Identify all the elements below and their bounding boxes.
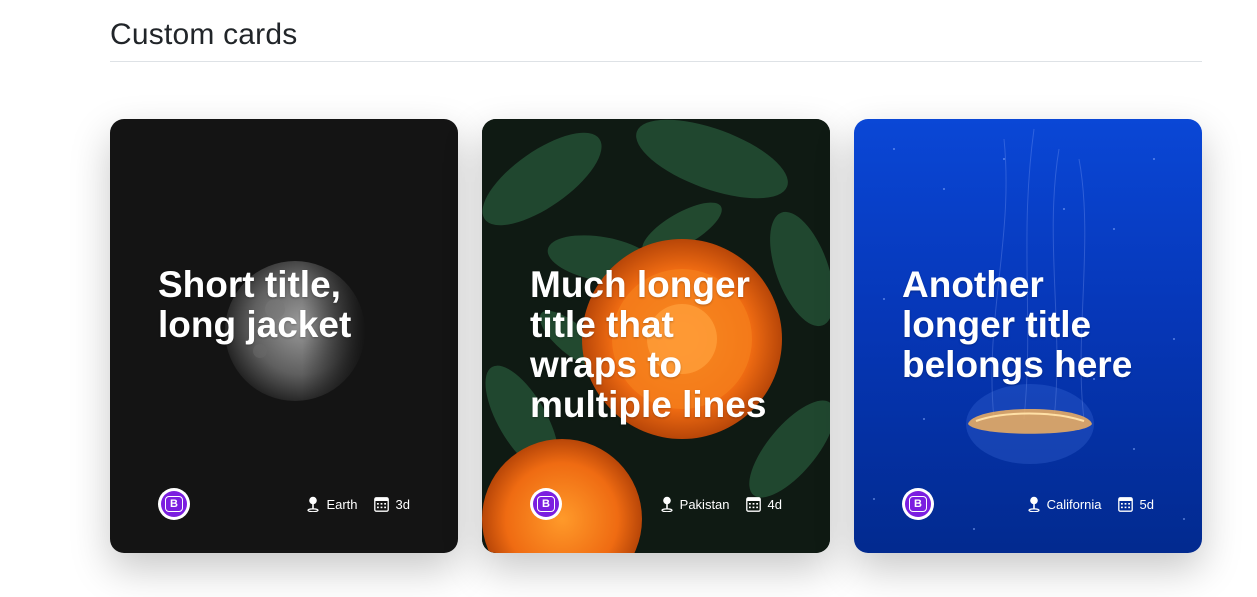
geo-pin-icon: [1028, 496, 1040, 512]
geo-pin-icon: [307, 496, 320, 512]
page-title: Custom cards: [110, 18, 298, 51]
card-3[interactable]: Another longer title belongs here B Cali…: [854, 119, 1202, 553]
time-label: 5d: [1139, 496, 1154, 512]
geo-pin-icon: [661, 496, 673, 512]
bootstrap-logo-icon: B: [902, 488, 934, 520]
time-label: 4d: [767, 496, 782, 512]
card-footer: B Earth 3d: [158, 488, 410, 520]
calendar-icon: [745, 496, 761, 512]
card-1[interactable]: Short title, long jacket B Earth 3d: [110, 119, 458, 553]
time-meta: 4d: [745, 496, 782, 512]
card-meta: Pakistan 4d: [661, 496, 782, 512]
title-divider: [110, 61, 1202, 62]
card-meta: California 5d: [1028, 496, 1154, 512]
location-meta: Pakistan: [661, 496, 730, 512]
time-meta: 5d: [1117, 496, 1154, 512]
location-label: California: [1046, 496, 1102, 512]
card-title: Much longer title that wraps to multiple…: [530, 264, 767, 425]
location-label: Earth: [326, 496, 358, 512]
location-label: Pakistan: [679, 496, 730, 512]
card-title: Short title, long jacket: [158, 264, 352, 345]
card-meta: Earth 3d: [307, 496, 410, 512]
time-meta: 3d: [373, 496, 410, 512]
bootstrap-logo-icon: B: [158, 488, 190, 520]
card-2[interactable]: Much longer title that wraps to multiple…: [482, 119, 830, 553]
bootstrap-logo-icon: B: [530, 488, 562, 520]
location-meta: California: [1028, 496, 1102, 512]
calendar-icon: [373, 496, 389, 512]
card-footer: B Pakistan 4d: [530, 488, 782, 520]
card-title: Another longer title belongs here: [902, 264, 1133, 385]
location-meta: Earth: [307, 496, 358, 512]
card-footer: B California 5d: [902, 488, 1154, 520]
calendar-icon: [1117, 496, 1133, 512]
time-label: 3d: [395, 496, 410, 512]
